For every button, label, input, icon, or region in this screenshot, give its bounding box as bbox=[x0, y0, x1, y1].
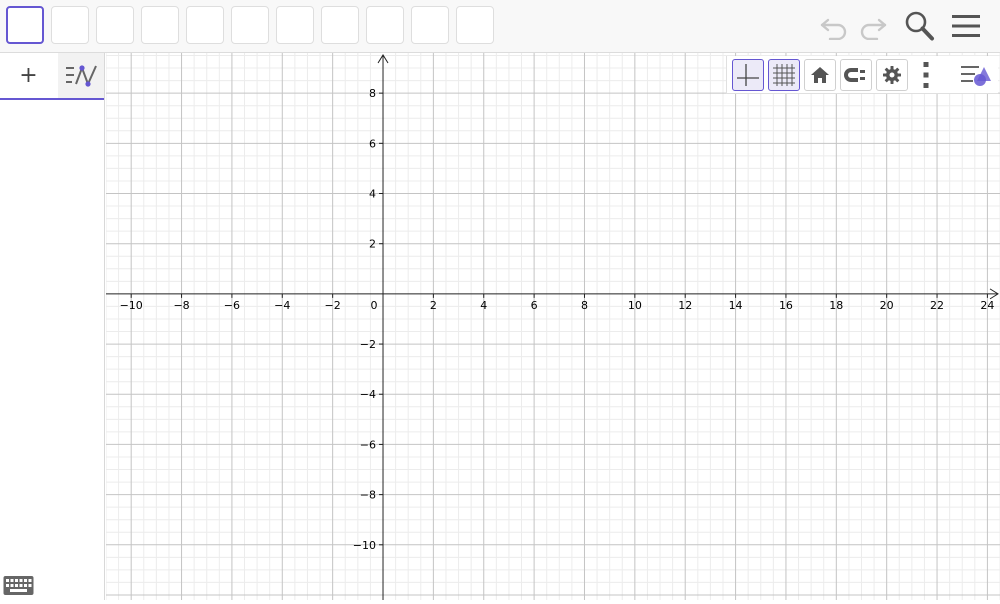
x-tick-label: 18 bbox=[829, 299, 843, 312]
x-tick-label: −10 bbox=[120, 299, 143, 312]
graphics-settings[interactable] bbox=[876, 59, 908, 91]
more-options[interactable] bbox=[915, 59, 937, 91]
y-tick-label: 6 bbox=[369, 137, 376, 150]
x-tick-label: 10 bbox=[628, 299, 642, 312]
style-bar-icon bbox=[961, 66, 991, 86]
y-tick-label: −10 bbox=[353, 539, 376, 552]
move-graphics-tool[interactable] bbox=[456, 6, 494, 44]
y-tick-label: 4 bbox=[369, 188, 376, 201]
y-tick-label: 2 bbox=[369, 238, 376, 251]
line-tool[interactable] bbox=[96, 6, 134, 44]
point-capture[interactable] bbox=[840, 59, 872, 91]
x-tick-label: 6 bbox=[531, 299, 538, 312]
add-input-tab[interactable]: + bbox=[0, 53, 57, 98]
slider-tool[interactable] bbox=[411, 6, 449, 44]
grid-icon bbox=[773, 64, 795, 86]
style-bar-toggle[interactable] bbox=[957, 59, 995, 91]
circle-tool[interactable] bbox=[231, 6, 269, 44]
axes-toggle[interactable] bbox=[732, 59, 764, 91]
x-tick-label: −2 bbox=[325, 299, 341, 312]
grid-toggle[interactable] bbox=[768, 59, 800, 91]
keyboard-icon[interactable] bbox=[3, 574, 34, 596]
x-tick-label: 8 bbox=[581, 299, 588, 312]
coordinate-grid: −10 −8 −6 −4 −2 0 2 4 6 8 10 12 14 16 18 20 22 248642−2−4… bbox=[105, 53, 1000, 600]
magnet-icon bbox=[844, 68, 865, 82]
gear-icon bbox=[883, 66, 901, 84]
y-tick-label: −8 bbox=[360, 489, 376, 502]
search-icon[interactable] bbox=[901, 8, 937, 44]
x-tick-label: 20 bbox=[880, 299, 894, 312]
axes-icon bbox=[737, 64, 759, 86]
y-tick-label: 8 bbox=[369, 87, 376, 100]
x-tick-label: 14 bbox=[729, 299, 743, 312]
ellipse-tool[interactable] bbox=[276, 6, 314, 44]
x-tick-label: −4 bbox=[274, 299, 290, 312]
algebra-graph-icon bbox=[66, 64, 97, 87]
home-view[interactable] bbox=[804, 59, 836, 91]
x-tick-label: 2 bbox=[430, 299, 437, 312]
x-tick-label: 12 bbox=[678, 299, 692, 312]
redo-icon[interactable] bbox=[855, 8, 891, 44]
x-tick-label: −6 bbox=[224, 299, 240, 312]
algebra-view-tab[interactable] bbox=[58, 53, 104, 98]
y-tick-label: −4 bbox=[360, 388, 376, 401]
graphics-style-bar bbox=[726, 56, 998, 94]
menu-icon[interactable] bbox=[948, 8, 984, 44]
polygon-tool[interactable] bbox=[186, 6, 224, 44]
x-tick-label: 16 bbox=[779, 299, 793, 312]
point-tool[interactable] bbox=[51, 6, 89, 44]
graphics-view[interactable]: −10 −8 −6 −4 −2 0 2 4 6 8 10 12 14 16 18 20 22 24 8 6 4 2 −2 −4… bbox=[105, 53, 1000, 600]
home-icon bbox=[811, 67, 829, 83]
undo-icon[interactable] bbox=[816, 8, 852, 44]
reflect-tool[interactable] bbox=[366, 6, 404, 44]
origin-label: 0 bbox=[371, 299, 378, 312]
move-tool[interactable] bbox=[6, 6, 44, 44]
x-tick-label: −8 bbox=[173, 299, 189, 312]
perpendicular-tool[interactable] bbox=[141, 6, 179, 44]
y-tick-label: −6 bbox=[360, 438, 376, 451]
angle-tool[interactable] bbox=[321, 6, 359, 44]
y-tick-label: −2 bbox=[360, 338, 376, 351]
x-tick-label: 24 bbox=[980, 299, 994, 312]
main-toolbar bbox=[0, 0, 1000, 53]
plus-icon: + bbox=[19, 63, 38, 88]
algebra-panel: + bbox=[0, 53, 105, 600]
algebra-tabs: + bbox=[0, 53, 104, 100]
more-vertical-icon bbox=[923, 62, 929, 88]
x-tick-label: 4 bbox=[480, 299, 487, 312]
x-tick-label: 22 bbox=[930, 299, 944, 312]
